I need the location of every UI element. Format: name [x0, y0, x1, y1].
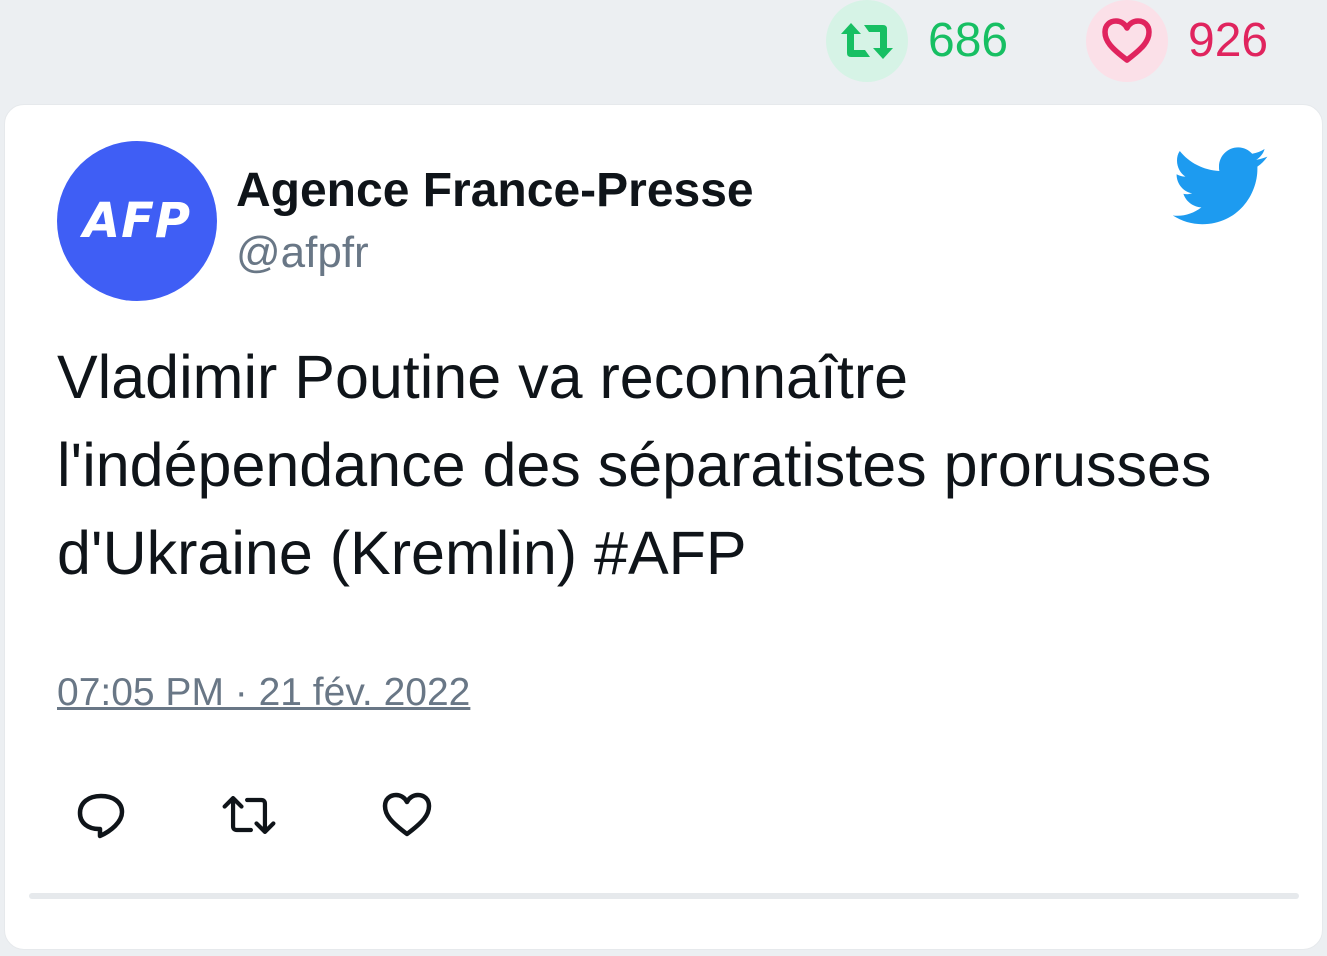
- retweet-icon: [841, 23, 893, 59]
- tweet-text: Vladimir Poutine va reconnaître l'indépe…: [57, 343, 1212, 587]
- twitter-bird-icon[interactable]: [1173, 147, 1269, 227]
- heart-icon: [382, 792, 432, 837]
- author-name[interactable]: Agence France-Presse: [236, 167, 754, 215]
- reply-icon: [77, 793, 125, 839]
- avatar[interactable]: AFP: [57, 141, 217, 301]
- retweet-stat: 686: [826, 0, 1008, 82]
- retweet-icon: [222, 796, 276, 834]
- avatar-logo-text: AFP: [82, 193, 192, 249]
- like-stat: 926: [1086, 0, 1268, 82]
- author-handle[interactable]: @afpfr: [236, 231, 369, 275]
- heart-icon: [1102, 18, 1152, 63]
- like-button[interactable]: [377, 785, 437, 845]
- retweet-button[interactable]: [219, 785, 279, 845]
- like-stat-bubble: [1086, 0, 1168, 82]
- tweet-card: AFP Agence France-Presse @afpfr Vladimir…: [4, 104, 1323, 950]
- divider: [29, 893, 1299, 899]
- retweet-stat-bubble: [826, 0, 908, 82]
- retweet-count: 686: [928, 14, 1009, 67]
- engagement-stats-bar: 686 926: [0, 0, 1327, 100]
- like-count: 926: [1188, 14, 1269, 67]
- tweet-timestamp-link[interactable]: 07:05 PM · 21 fév. 2022: [57, 673, 470, 712]
- reply-button[interactable]: [71, 785, 131, 845]
